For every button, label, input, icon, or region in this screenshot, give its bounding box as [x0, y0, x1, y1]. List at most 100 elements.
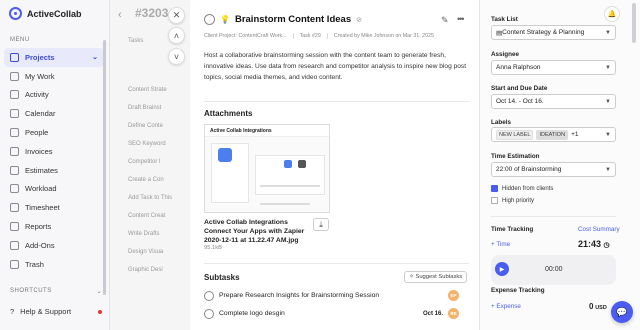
currency-label: USD — [595, 305, 607, 311]
close-button[interactable]: ✕ — [168, 7, 185, 24]
trash-icon — [10, 259, 19, 269]
add-time-link[interactable]: + Time — [491, 241, 510, 248]
task-list-select[interactable]: ▤ Content Strategy & Planning ▼ — [491, 25, 616, 40]
checkbox-unchecked[interactable] — [491, 197, 498, 204]
label-tag[interactable]: IDEATION — [536, 129, 569, 140]
dates-select[interactable]: Oct 14. - Oct 16. ▼ — [491, 94, 616, 109]
sidebar-item-label: Trash — [25, 259, 44, 269]
time-tracking-label: Time Tracking — [491, 226, 534, 233]
chat-button[interactable]: 💬 — [611, 301, 633, 323]
close-icon: ✕ — [172, 10, 181, 20]
play-icon: ▶ — [499, 266, 505, 273]
sidebar-item-reports[interactable]: Reports — [4, 217, 104, 236]
attachment-thumbnail[interactable]: Active Collab Integrations — [204, 124, 330, 213]
sidebar-item-people[interactable]: People — [4, 123, 104, 142]
sidebar-item-workload[interactable]: Workload — [4, 180, 104, 199]
sidebar-item-my-work[interactable]: My Work — [4, 67, 104, 86]
checkbox-checked[interactable] — [491, 185, 498, 192]
app-logo[interactable]: ActiveCollab — [9, 7, 82, 20]
play-button[interactable]: ▶ — [495, 262, 509, 276]
estimation-select[interactable]: 22:00 of Brainstorming ▼ — [491, 162, 616, 177]
sidebar-item-estimates[interactable]: Estimates — [4, 161, 104, 180]
menu-label: MENU — [10, 37, 30, 43]
logo-icon — [9, 7, 22, 20]
high-priority-checkbox[interactable]: High priority — [491, 197, 534, 204]
more-options-icon[interactable]: ••• — [457, 14, 465, 24]
thumbnail-line — [260, 185, 320, 187]
people-icon — [10, 128, 19, 138]
notifications-button[interactable]: 🔔 — [604, 6, 620, 22]
sidebar-item-calendar[interactable]: Calendar — [4, 104, 104, 123]
edit-icon[interactable]: ✎ — [441, 15, 449, 26]
background-row: Create a Con — [128, 177, 164, 183]
sidebar-item-label: Invoices — [25, 146, 53, 156]
task-number: Task #29 — [300, 33, 328, 39]
expense-total-value: 0 — [589, 302, 594, 311]
dates-value: Oct 14. - Oct 16. — [496, 98, 544, 105]
background-row: Content Strate — [128, 87, 167, 93]
app-icon — [298, 160, 306, 168]
help-support-link[interactable]: ? Help & Support — [10, 307, 102, 316]
collapse-sidebar-icon[interactable]: ‹ — [118, 9, 122, 21]
task-list-value: Content Strategy & Planning — [502, 29, 585, 36]
task-title[interactable]: Brainstorm Content Ideas — [235, 14, 351, 25]
sidebar-scrollbar[interactable] — [103, 40, 106, 295]
subtask-label[interactable]: Complete logo desgin — [219, 310, 285, 317]
sidebar-item-activity[interactable]: Activity — [4, 86, 104, 105]
subtask-row[interactable]: Complete logo desgin Oct 16. RE — [204, 308, 459, 319]
label-tag[interactable]: NEW LABEL — [496, 129, 534, 140]
sidebar-item-label: My Work — [25, 71, 55, 81]
chevron-up-icon: ˄ — [173, 30, 180, 41]
background-row: Draft Brainst — [128, 105, 162, 111]
dates-label: Start and Due Date — [491, 85, 548, 92]
subtask-row[interactable]: Prepare Research Insights for Brainstorm… — [204, 290, 459, 301]
task-description[interactable]: Host a collaborative brainstorming sessi… — [204, 50, 469, 83]
chevron-down-icon: ⌄ — [96, 289, 102, 295]
estimation-value: 22:00 of Brainstorming — [496, 166, 562, 173]
subtask-checkbox[interactable] — [204, 308, 214, 319]
sidebar-item-label: Estimates — [25, 165, 58, 175]
subtask-checkbox[interactable] — [204, 290, 214, 301]
chevron-down-icon: ▼ — [605, 29, 611, 36]
sidebar-item-invoices[interactable]: Invoices — [4, 142, 104, 161]
chevron-down-icon: ˅ — [173, 51, 180, 62]
sidebar-item-label: Add-Ons — [25, 240, 55, 250]
sidebar-item-projects[interactable]: Projects ⌄ — [4, 48, 104, 67]
avatar: EP — [448, 290, 459, 301]
avatar: RE — [448, 308, 459, 319]
cost-summary-link[interactable]: Cost Summary — [578, 226, 620, 233]
download-button[interactable]: ⤓ — [313, 218, 329, 231]
background-row: SEO Keyword — [128, 141, 166, 147]
shortcuts-label: SHORTCUTS — [10, 288, 52, 294]
complete-task-checkbox[interactable] — [204, 14, 215, 25]
background-row: Define Conte — [128, 123, 164, 129]
suggest-subtasks-button[interactable]: ✧ Suggest Subtasks — [404, 271, 468, 283]
suggest-label: Suggest Subtasks — [415, 274, 463, 280]
sidebar-item-label: Projects — [25, 52, 55, 62]
clock-icon: ◷ — [603, 242, 610, 249]
labels-select[interactable]: NEW LABEL IDEATION +1 ▼ — [491, 127, 616, 142]
assignee-select[interactable]: Anna Ralphson ▼ — [491, 60, 616, 75]
chevron-down-icon[interactable]: ⌄ — [92, 53, 98, 61]
previous-task-button[interactable]: ˄ — [168, 27, 185, 44]
subtask-label[interactable]: Prepare Research Insights for Brainstorm… — [219, 292, 379, 299]
client-project-link[interactable]: Client Project: ContentCraft Work... — [204, 33, 294, 39]
hidden-eye-icon: ⊘ — [356, 16, 362, 24]
sidebar-item-timesheet[interactable]: Timesheet — [4, 198, 104, 217]
hidden-from-clients-checkbox[interactable]: Hidden from clients — [491, 185, 553, 192]
sidebar-item-add-ons[interactable]: Add-Ons — [4, 236, 104, 255]
subtask-due-date: Oct 16. — [422, 310, 443, 317]
details-scrollbar[interactable] — [632, 3, 636, 43]
background-row: Graphic Desi — [128, 267, 163, 273]
next-task-button[interactable]: ˅ — [168, 48, 185, 65]
add-expense-link[interactable]: + Expense — [491, 303, 521, 310]
notification-dot — [98, 309, 102, 314]
shortcuts-header[interactable]: SHORTCUTS ⌄ — [10, 288, 102, 295]
assignee-value: Anna Ralphson — [496, 64, 541, 71]
attachments-heading: Attachments — [204, 109, 253, 118]
attachment-name[interactable]: Active Collab Integrations Connect Your … — [204, 218, 314, 245]
sidebar-item-trash[interactable]: Trash — [4, 255, 104, 274]
workload-icon — [10, 184, 19, 194]
assignee-label: Assignee — [491, 51, 519, 58]
timer-value: 00:00 — [545, 266, 563, 273]
